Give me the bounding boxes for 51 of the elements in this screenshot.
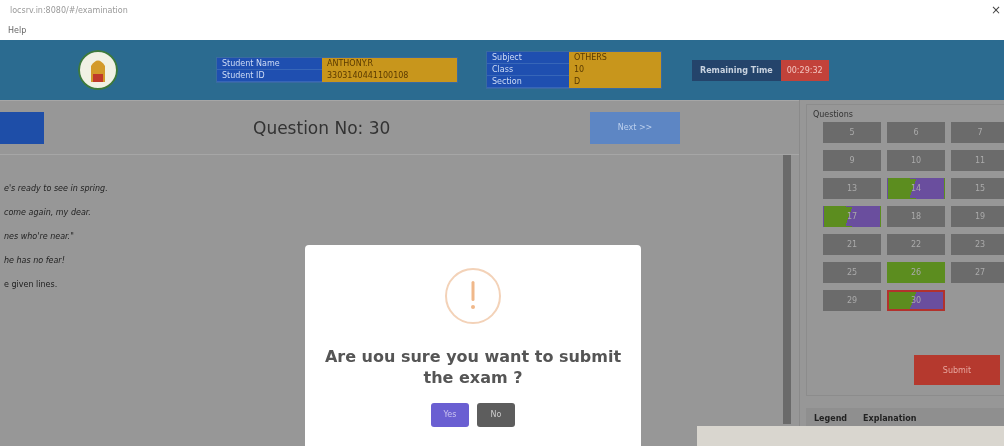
question-number-button[interactable]: 19 [951, 206, 1004, 227]
question-number-button[interactable]: 14 [887, 178, 945, 199]
field-value: ANTHONY.R [322, 58, 457, 70]
question-text-line: nes who're near." [4, 232, 75, 241]
question-number-button[interactable]: 15 [951, 178, 1004, 199]
question-text-line: he has no fear! [4, 256, 66, 265]
warning-icon [444, 267, 502, 325]
question-number-button[interactable]: 10 [887, 150, 945, 171]
field-label: Subject [487, 52, 569, 64]
no-button[interactable]: No [477, 402, 515, 427]
question-text-line: e's ready to see in spring. [4, 184, 109, 193]
question-number-button[interactable]: 25 [823, 262, 881, 283]
field-label: Section [487, 76, 569, 88]
question-number-button[interactable]: 23 [951, 234, 1004, 255]
question-number-button[interactable]: 13 [823, 178, 881, 199]
question-number-button[interactable]: 11 [951, 150, 1004, 171]
previous-button[interactable] [0, 111, 44, 144]
question-number-button[interactable]: 17 [823, 206, 881, 227]
question-text-line: come again, my dear. [4, 208, 92, 217]
field-label: Student ID [217, 70, 322, 82]
field-value: OTHERS [569, 52, 661, 64]
menu-item[interactable]: Help [8, 25, 27, 35]
dialog-message: Are uou sure you want to submit the exam ? [323, 347, 623, 389]
question-number-button[interactable]: 6 [887, 122, 945, 143]
yes-button[interactable]: Yes [431, 402, 469, 427]
panel-title: Questions [812, 109, 854, 121]
field-value: 10 [569, 64, 661, 76]
question-number-button[interactable]: 21 [823, 234, 881, 255]
question-number-button[interactable]: 5 [823, 122, 881, 143]
question-number-button[interactable]: 9 [823, 150, 881, 171]
question-number-button[interactable]: 27 [951, 262, 1004, 283]
timer-label: Remaining Time [692, 59, 781, 81]
question-title: Question No: 30 [253, 117, 392, 138]
timer-value: 00:29:32 [780, 59, 829, 81]
field-value: 3303140441100108 [322, 70, 457, 82]
question-number-button[interactable]: 18 [887, 206, 945, 227]
field-label: Class [487, 64, 569, 76]
field-value: D [569, 76, 661, 88]
field-label: Student Name [217, 58, 322, 70]
question-number-button[interactable]: 26 [887, 262, 945, 283]
emblem-icon [78, 50, 118, 90]
question-number-button[interactable]: 29 [823, 290, 881, 311]
next-button[interactable]: Next >> [590, 111, 680, 144]
column-header: Explanation [863, 414, 917, 423]
close-button[interactable]: × [990, 3, 1001, 17]
question-number-button[interactable]: 22 [887, 234, 945, 255]
submit-button[interactable]: Submit [914, 355, 1000, 385]
column-header: Legend [814, 414, 848, 423]
scrollbar[interactable] [783, 155, 791, 424]
question-text-line: e given lines. [4, 280, 59, 289]
address-url[interactable]: locsrv.in:8080/#/examination [10, 5, 128, 15]
